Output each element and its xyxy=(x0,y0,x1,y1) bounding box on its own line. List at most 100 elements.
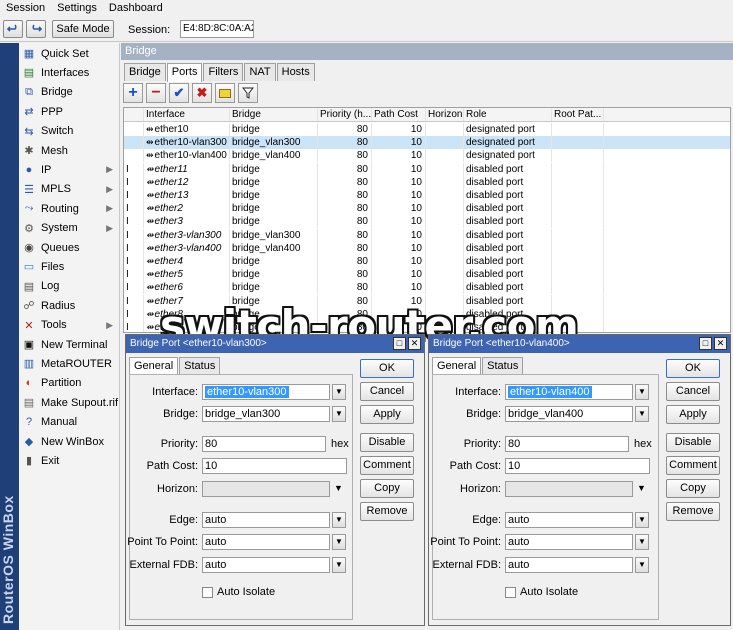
tab-status[interactable]: Status xyxy=(482,357,524,375)
remove-button[interactable]: Remove xyxy=(666,502,720,521)
dropdown-button[interactable]: ▼ xyxy=(635,534,649,550)
remove-button[interactable]: Remove xyxy=(360,502,414,521)
dropdown-button[interactable]: ▼ xyxy=(635,512,649,528)
sidebar-item-queues[interactable]: ◉ Queues xyxy=(19,238,119,257)
tab-nat[interactable]: NAT xyxy=(244,63,276,81)
sidebar-item-bridge[interactable]: ⧉ Bridge xyxy=(19,83,119,102)
maximize-button[interactable]: □ xyxy=(393,337,406,350)
sidebar-item-system[interactable]: ⚙ System ▶ xyxy=(19,219,119,238)
cancel-button[interactable]: Cancel xyxy=(666,382,720,401)
table-row[interactable]: I ⇹ether3-vlan300 bridge_vlan300 80 10 disabl… xyxy=(124,228,730,242)
ok-button[interactable]: OK xyxy=(360,359,414,378)
bridge-select[interactable]: bridge_vlan300 xyxy=(202,406,330,422)
dropdown-button[interactable]: ▼ xyxy=(635,384,649,400)
table-row[interactable]: I ⇹ether6 bridge 80 10 disabled port xyxy=(124,281,730,295)
table-row[interactable]: I ⇹ether3 bridge 80 10 disabled port xyxy=(124,215,730,229)
column-header[interactable]: Interface xyxy=(144,108,230,121)
point-to-point-select[interactable]: auto xyxy=(505,534,633,550)
auto-isolate-checkbox[interactable] xyxy=(505,587,516,598)
interface-select[interactable]: ether10-vlan400 xyxy=(505,384,633,400)
comment-button[interactable]: Comment xyxy=(360,456,414,475)
bridge-select[interactable]: bridge_vlan400 xyxy=(505,406,633,422)
table-row[interactable]: ⇹ether10-vlan400 bridge_vlan400 80 10 design… xyxy=(124,149,730,163)
redo-button[interactable] xyxy=(26,20,46,38)
close-button[interactable]: ✕ xyxy=(408,337,421,350)
horizon-input[interactable] xyxy=(202,481,330,497)
sidebar-item-ppp[interactable]: ⇄ PPP xyxy=(19,102,119,121)
priority-input[interactable]: 80 xyxy=(505,436,629,452)
tab-filters[interactable]: Filters xyxy=(203,63,244,81)
table-row[interactable]: I ⇹ether5 bridge 80 10 disabled port xyxy=(124,268,730,282)
sidebar-item-interfaces[interactable]: ▤ Interfaces xyxy=(19,63,119,82)
disable-button[interactable]: ✖ xyxy=(192,83,212,103)
table-row[interactable]: I ⇹ether13 bridge 80 10 disabled port xyxy=(124,189,730,202)
comment-button[interactable] xyxy=(215,83,235,103)
sidebar-item-switch[interactable]: ⇆ Switch xyxy=(19,122,119,141)
menu-settings[interactable]: Settings xyxy=(57,2,97,14)
close-button[interactable]: ✕ xyxy=(714,337,727,350)
sidebar-item-radius[interactable]: ☍ Radius xyxy=(19,296,119,315)
sidebar-item-partition[interactable]: ◐ Partition xyxy=(19,374,119,393)
dropdown-button[interactable]: ▼ xyxy=(332,557,346,573)
add-button[interactable]: + xyxy=(123,83,143,103)
copy-button[interactable]: Copy xyxy=(360,479,414,498)
dropdown-button[interactable]: ▼ xyxy=(332,406,346,422)
sidebar-item-metarouter[interactable]: ▥ MetaROUTER xyxy=(19,354,119,373)
table-row[interactable]: I ⇹ether2 bridge 80 10 disabled port xyxy=(124,202,730,216)
undo-button[interactable] xyxy=(3,20,23,38)
table-row[interactable]: ⇹ether10-vlan300 bridge_vlan300 80 10 design… xyxy=(124,136,730,150)
tab-bridge[interactable]: Bridge xyxy=(124,63,166,81)
comment-button[interactable]: Comment xyxy=(666,456,720,475)
maximize-button[interactable]: □ xyxy=(699,337,712,350)
sidebar-item-new-terminal[interactable]: ▣ New Terminal xyxy=(19,335,119,354)
edge-select[interactable]: auto xyxy=(202,512,330,528)
column-header-flag[interactable] xyxy=(124,108,144,121)
remove-button[interactable]: − xyxy=(146,83,166,103)
edge-select[interactable]: auto xyxy=(505,512,633,528)
filter-button[interactable] xyxy=(238,83,258,103)
apply-button[interactable]: Apply xyxy=(666,405,720,424)
external-fdb-select[interactable]: auto xyxy=(505,557,633,573)
sidebar-item-log[interactable]: ▤ Log xyxy=(19,277,119,296)
column-header[interactable]: Role xyxy=(464,108,552,121)
menu-dashboard[interactable]: Dashboard xyxy=(109,2,163,14)
dropdown-button[interactable]: ▼ xyxy=(332,512,346,528)
auto-isolate-checkbox[interactable] xyxy=(202,587,213,598)
horizon-input[interactable] xyxy=(505,481,633,497)
disable-button[interactable]: Disable xyxy=(360,433,414,452)
chevron-down-icon[interactable]: ▼ xyxy=(334,483,343,493)
tab-ports[interactable]: Ports xyxy=(166,63,203,82)
cancel-button[interactable]: Cancel xyxy=(360,382,414,401)
dropdown-button[interactable]: ▼ xyxy=(332,534,346,550)
path-cost-input[interactable]: 10 xyxy=(505,458,650,474)
safe-mode-button[interactable]: Safe Mode xyxy=(52,20,114,38)
table-row[interactable]: I ⇹ether4 bridge 80 10 disabled port xyxy=(124,255,730,268)
column-header[interactable]: Bridge xyxy=(230,108,318,121)
table-row[interactable]: I ⇹ether3-vlan400 bridge_vlan400 80 10 disabl… xyxy=(124,241,730,255)
table-row[interactable]: I ⇹ether12 bridge 80 10 disabled port xyxy=(124,175,730,189)
column-header[interactable]: Path Cost xyxy=(372,108,426,121)
sidebar-item-manual[interactable]: ? Manual xyxy=(19,413,119,432)
point-to-point-select[interactable]: auto xyxy=(202,534,330,550)
tab-status[interactable]: Status xyxy=(179,357,221,375)
sidebar-item-quick-set[interactable]: ▦ Quick Set xyxy=(19,44,119,63)
sidebar-item-exit[interactable]: ▮ Exit xyxy=(19,451,119,470)
copy-button[interactable]: Copy xyxy=(666,479,720,498)
sidebar-item-ip[interactable]: ● IP ▶ xyxy=(19,160,119,179)
interface-select[interactable]: ether10-vlan300 xyxy=(202,384,330,400)
dropdown-button[interactable]: ▼ xyxy=(635,557,649,573)
menu-session[interactable]: Session xyxy=(6,2,45,14)
sidebar-item-routing[interactable]: ⤳ Routing ▶ xyxy=(19,199,119,218)
column-header[interactable]: Root Pat... xyxy=(552,108,604,121)
chevron-down-icon[interactable]: ▼ xyxy=(637,483,646,493)
table-row[interactable]: ⇹ether10 bridge 80 10 designated port xyxy=(124,123,730,136)
column-header[interactable]: Horizon xyxy=(426,108,464,121)
tab-hosts[interactable]: Hosts xyxy=(276,63,315,81)
dropdown-button[interactable]: ▼ xyxy=(332,384,346,400)
sidebar-item-files[interactable]: ▭ Files xyxy=(19,257,119,276)
sidebar-item-make-supout-rif[interactable]: ▤ Make Supout.rif xyxy=(19,393,119,412)
sidebar-item-mpls[interactable]: ☰ MPLS ▶ xyxy=(19,180,119,199)
sidebar-item-mesh[interactable]: ✱ Mesh xyxy=(19,141,119,160)
column-header[interactable]: Priority (h... xyxy=(318,108,372,121)
ok-button[interactable]: OK xyxy=(666,359,720,378)
